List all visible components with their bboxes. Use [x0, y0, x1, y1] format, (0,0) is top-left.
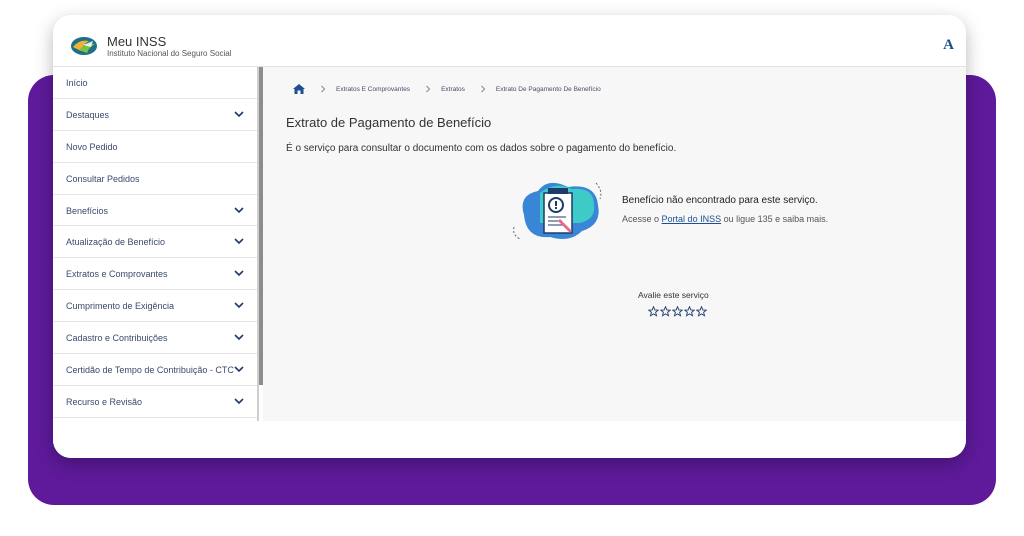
- sidebar-item-label: Extratos e Comprovantes: [66, 269, 168, 280]
- page-description: É o serviço para consultar o documento c…: [286, 143, 677, 154]
- sidebar-item-1[interactable]: Destaques: [53, 99, 257, 131]
- star-icon[interactable]: [696, 306, 707, 317]
- chevron-down-icon[interactable]: [233, 364, 245, 374]
- sidebar-item-label: Atualização de Benefício: [66, 237, 166, 248]
- sidebar-nav: Início Destaques Novo Pedido Consultar Pedi…: [53, 67, 259, 421]
- breadcrumb-item-extratos[interactable]: Extratos: [441, 86, 465, 93]
- sidebar-item-label: Consultar Pedidos: [66, 173, 140, 184]
- rating-stars: [648, 306, 707, 317]
- sidebar-item-label: Novo Pedido: [66, 141, 118, 152]
- breadcrumb-item-current: Extrato De Pagamento De Benefício: [495, 85, 601, 93]
- sidebar-item-label: Cadastro e Contribuições: [66, 333, 168, 344]
- sidebar-item-label: Certidão de Tempo de Contribuição - CTC: [66, 365, 234, 376]
- inss-logo-icon: [71, 37, 97, 55]
- sidebar-item-3[interactable]: Consultar Pedidos: [53, 163, 257, 195]
- app-header: Meu INSS Instituto Nacional do Seguro So…: [53, 15, 966, 67]
- sidebar-item-5[interactable]: Atualização de Benefício: [53, 226, 257, 259]
- chevron-right-icon: [321, 85, 326, 93]
- portal-inss-link[interactable]: Portal do INSS: [662, 214, 722, 224]
- chevron-down-icon[interactable]: [233, 268, 245, 278]
- star-icon[interactable]: [660, 306, 671, 317]
- not-found-title: Benefício não encontrado para este servi…: [622, 195, 818, 206]
- app-subtitle: Instituto Nacional do Seguro Social: [107, 49, 232, 58]
- star-icon[interactable]: [672, 306, 683, 317]
- window-footer: [53, 421, 966, 458]
- breadcrumb-item-extratos-comprovantes[interactable]: Extratos E Comprovantes: [336, 86, 410, 93]
- chevron-down-icon[interactable]: [233, 396, 245, 406]
- sidebar-item-label: Recurso e Revisão: [66, 396, 143, 407]
- app-title: Meu INSS: [107, 34, 167, 49]
- sidebar-item-label: Início: [66, 78, 88, 88]
- app-window: Meu INSS Instituto Nacional do Seguro So…: [53, 15, 966, 458]
- sidebar-item-label: Cumprimento de Exigência: [66, 301, 175, 312]
- star-icon[interactable]: [648, 306, 659, 317]
- chevron-right-icon: [481, 85, 486, 93]
- breadcrumb: Extratos E Comprovantes Extratos Extrato…: [293, 82, 601, 96]
- sidebar-item-10[interactable]: Recurso e Revisão: [53, 386, 257, 418]
- document-alert-illustration-icon: [513, 182, 602, 240]
- chevron-down-icon[interactable]: [233, 109, 245, 119]
- chevron-down-icon[interactable]: [233, 300, 245, 310]
- sidebar-item-2[interactable]: Novo Pedido: [53, 131, 257, 163]
- sidebar-item-6[interactable]: Extratos e Comprovantes: [53, 258, 257, 291]
- chevron-down-icon[interactable]: [233, 205, 245, 215]
- sidebar-item-9[interactable]: Certidão de Tempo de Contribuição - CTC: [53, 354, 257, 386]
- sidebar-item-0[interactable]: Início: [53, 67, 257, 99]
- sidebar-item-8[interactable]: Cadastro e Contribuições: [53, 322, 257, 355]
- home-icon[interactable]: [293, 84, 305, 94]
- sidebar-item-4[interactable]: Benefícios: [53, 195, 257, 227]
- rating-label: Avalie este serviço: [638, 290, 709, 300]
- sidebar-item-7[interactable]: Cumprimento de Exigência: [53, 290, 257, 323]
- not-found-prefix: Acesse o: [622, 214, 660, 224]
- sidebar-item-label: Benefícios: [66, 205, 109, 216]
- chevron-down-icon[interactable]: [233, 332, 245, 342]
- chevron-right-icon: [426, 85, 431, 93]
- star-icon[interactable]: [684, 306, 695, 317]
- sidebar-item-label: Destaques: [66, 109, 110, 120]
- main-content: Extratos E Comprovantes Extratos Extrato…: [263, 67, 966, 421]
- chevron-down-icon[interactable]: [233, 236, 245, 246]
- not-found-suffix: ou ligue 135 e saiba mais.: [723, 214, 829, 224]
- font-size-toggle[interactable]: A: [943, 37, 954, 54]
- page-title: Extrato de Pagamento de Benefício: [286, 115, 492, 130]
- not-found-message: Acesse o Portal do INSS ou ligue 135 e s…: [622, 214, 828, 224]
